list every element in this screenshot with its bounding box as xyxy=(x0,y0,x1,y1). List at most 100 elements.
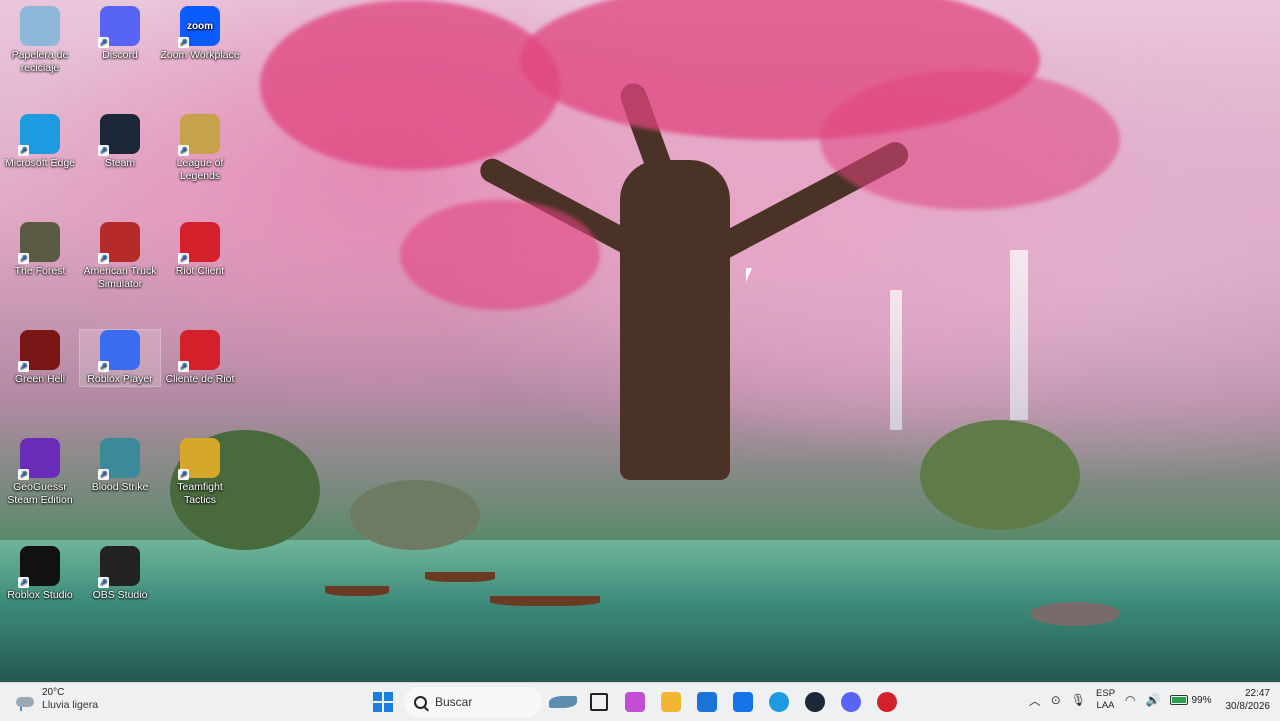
shortcut-arrow-icon: ↗ xyxy=(178,145,189,156)
desktop-icon-label: Zoom Workplace xyxy=(160,49,240,61)
clock[interactable]: 22:47 30/8/2026 xyxy=(1226,687,1271,713)
taskbar: 20°C Lluvia ligera Buscar ︿ ⊙ 🎙 ESP LAA … xyxy=(0,682,1280,721)
clock-time: 22:47 xyxy=(1244,688,1270,699)
steam-icon xyxy=(805,692,825,712)
obs-studio-icon: ↗ xyxy=(98,546,140,588)
desktop-icon-label: Green Hell xyxy=(14,373,66,385)
taskbar-app-copilot[interactable] xyxy=(620,687,650,717)
desktop-icon[interactable]: ↗ Roblox Studio xyxy=(0,546,80,602)
desktop-icon-label: Cliente de Riot xyxy=(165,373,235,385)
desktop-icon-label: Roblox Studio xyxy=(7,589,73,601)
desktop-icon-label: American Truck Simulator xyxy=(83,265,157,290)
desktop-icon[interactable]: ↗ OBS Studio xyxy=(80,546,160,602)
desktop-icon[interactable]: ↗ Teamfight Tactics xyxy=(160,438,240,507)
roblox-player-icon: ↗ xyxy=(98,330,140,372)
chevron-up-icon[interactable]: ︿ xyxy=(1029,692,1041,709)
desktop-icon[interactable]: ↗ The Forest xyxy=(0,222,80,278)
battery-indicator[interactable]: 99% xyxy=(1170,694,1212,706)
shortcut-arrow-icon: ↗ xyxy=(18,361,29,372)
weather-widget[interactable]: 20°C Lluvia ligera xyxy=(14,687,98,712)
desktop-icon[interactable]: ↗ Blood Strike xyxy=(80,438,160,494)
volume-icon[interactable]: 🔊 xyxy=(1146,693,1161,707)
weather-condition: Lluvia ligera xyxy=(42,699,99,711)
desktop-icon-label: Papelera de reciclaje xyxy=(11,49,69,74)
boat xyxy=(490,596,600,606)
battery-percent: 99% xyxy=(1191,694,1212,706)
taskbar-app-discord[interactable] xyxy=(836,687,866,717)
shortcut-arrow-icon: ↗ xyxy=(98,145,109,156)
desktop-icon[interactable]: ↗ League of Legends xyxy=(160,114,240,183)
taskbar-app-task-view[interactable] xyxy=(584,687,614,717)
search-label: Buscar xyxy=(435,695,473,709)
desktop-icon-label: GeoGuessr Steam Edition xyxy=(7,481,73,506)
desktop-icon[interactable]: ↗ Cliente de Riot xyxy=(160,330,240,386)
taskbar-app-edge[interactable] xyxy=(764,687,794,717)
windows-icon xyxy=(373,692,393,712)
riot-client-icon: ↗ xyxy=(178,330,220,372)
store-icon xyxy=(697,692,717,712)
taskbar-app-steam[interactable] xyxy=(800,687,830,717)
desktop-icon[interactable]: ↗ Steam xyxy=(80,114,160,170)
taskbar-app-outlook[interactable] xyxy=(728,687,758,717)
shortcut-arrow-icon: ↗ xyxy=(98,253,109,264)
language-code: ESP xyxy=(1096,688,1116,699)
geoguessr-icon: ↗ xyxy=(18,438,60,480)
taskbar-center: Buscar xyxy=(368,687,902,717)
taskbar-app-file-explorer[interactable] xyxy=(656,687,686,717)
search-box[interactable]: Buscar xyxy=(404,687,542,717)
desktop-icon-label: OBS Studio xyxy=(92,589,148,601)
task-view-icon xyxy=(590,693,608,711)
outlook-icon xyxy=(733,692,753,712)
shortcut-arrow-icon: ↗ xyxy=(18,145,29,156)
zoom-icon: zoom ↗ xyxy=(178,6,220,48)
edge-icon: ↗ xyxy=(18,114,60,156)
desktop-icon[interactable]: zoom ↗ Zoom Workplace xyxy=(160,6,240,62)
network-status-icon[interactable]: ⊙ xyxy=(1051,693,1061,707)
shark-widget-icon xyxy=(549,696,577,708)
taskbar-app-microsoft-store[interactable] xyxy=(692,687,722,717)
desktop-icon[interactable]: ↗ Microsoft Edge xyxy=(0,114,80,170)
desktop-icon[interactable]: ↗ Roblox Player xyxy=(79,329,161,387)
microphone-icon[interactable]: 🎙 xyxy=(1071,693,1086,707)
boat xyxy=(325,586,389,596)
language-indicator[interactable]: ESP LAA xyxy=(1096,688,1115,712)
league-of-legends-icon: ↗ xyxy=(178,114,220,156)
green-hell-icon: ↗ xyxy=(18,330,60,372)
taskbar-apps xyxy=(548,687,902,717)
american-truck-simulator-icon: ↗ xyxy=(98,222,140,264)
blossom xyxy=(260,0,560,170)
taskbar-app-riot[interactable] xyxy=(872,687,902,717)
start-button[interactable] xyxy=(368,687,398,717)
keyboard-layout: LAA xyxy=(1096,700,1115,711)
desktop-icon[interactable]: ↗ American Truck Simulator xyxy=(80,222,160,291)
desktop-icon-label: Microsoft Edge xyxy=(4,157,76,169)
shortcut-arrow-icon: ↗ xyxy=(178,37,189,48)
roblox-studio-icon: ↗ xyxy=(18,546,60,588)
desktop-icon-label: Blood Strike xyxy=(91,481,149,493)
desktop-icon[interactable]: ↗ GeoGuessr Steam Edition xyxy=(0,438,80,507)
desktop-icon[interactable]: ↗ Green Hell xyxy=(0,330,80,386)
wifi-icon[interactable]: ◠ xyxy=(1125,693,1135,707)
steam-icon: ↗ xyxy=(98,114,140,156)
rock xyxy=(350,480,480,550)
weather-rain-icon xyxy=(14,689,36,711)
discord-icon xyxy=(841,692,861,712)
desktop-icon[interactable]: ↗ Riot Client xyxy=(160,222,240,278)
desktop-icon-label: Riot Client xyxy=(175,265,225,277)
desktop-icon[interactable]: Papelera de reciclaje xyxy=(0,6,80,75)
desktop-icon-label: Steam xyxy=(104,157,136,169)
taskbar-app-widgets[interactable] xyxy=(548,687,578,717)
desktop-icon[interactable]: ↗ Discord xyxy=(80,6,160,62)
blood-strike-icon: ↗ xyxy=(98,438,140,480)
rock xyxy=(1030,602,1120,626)
shortcut-arrow-icon: ↗ xyxy=(178,469,189,480)
boat xyxy=(425,572,495,582)
discord-icon: ↗ xyxy=(98,6,140,48)
riot-client-icon xyxy=(877,692,897,712)
shortcut-arrow-icon: ↗ xyxy=(98,577,109,588)
desktop-icon-label: Roblox Player xyxy=(87,373,153,385)
shortcut-arrow-icon: ↗ xyxy=(98,469,109,480)
shortcut-arrow-icon: ↗ xyxy=(178,361,189,372)
teamfight-tactics-icon: ↗ xyxy=(178,438,220,480)
folder-icon xyxy=(661,692,681,712)
